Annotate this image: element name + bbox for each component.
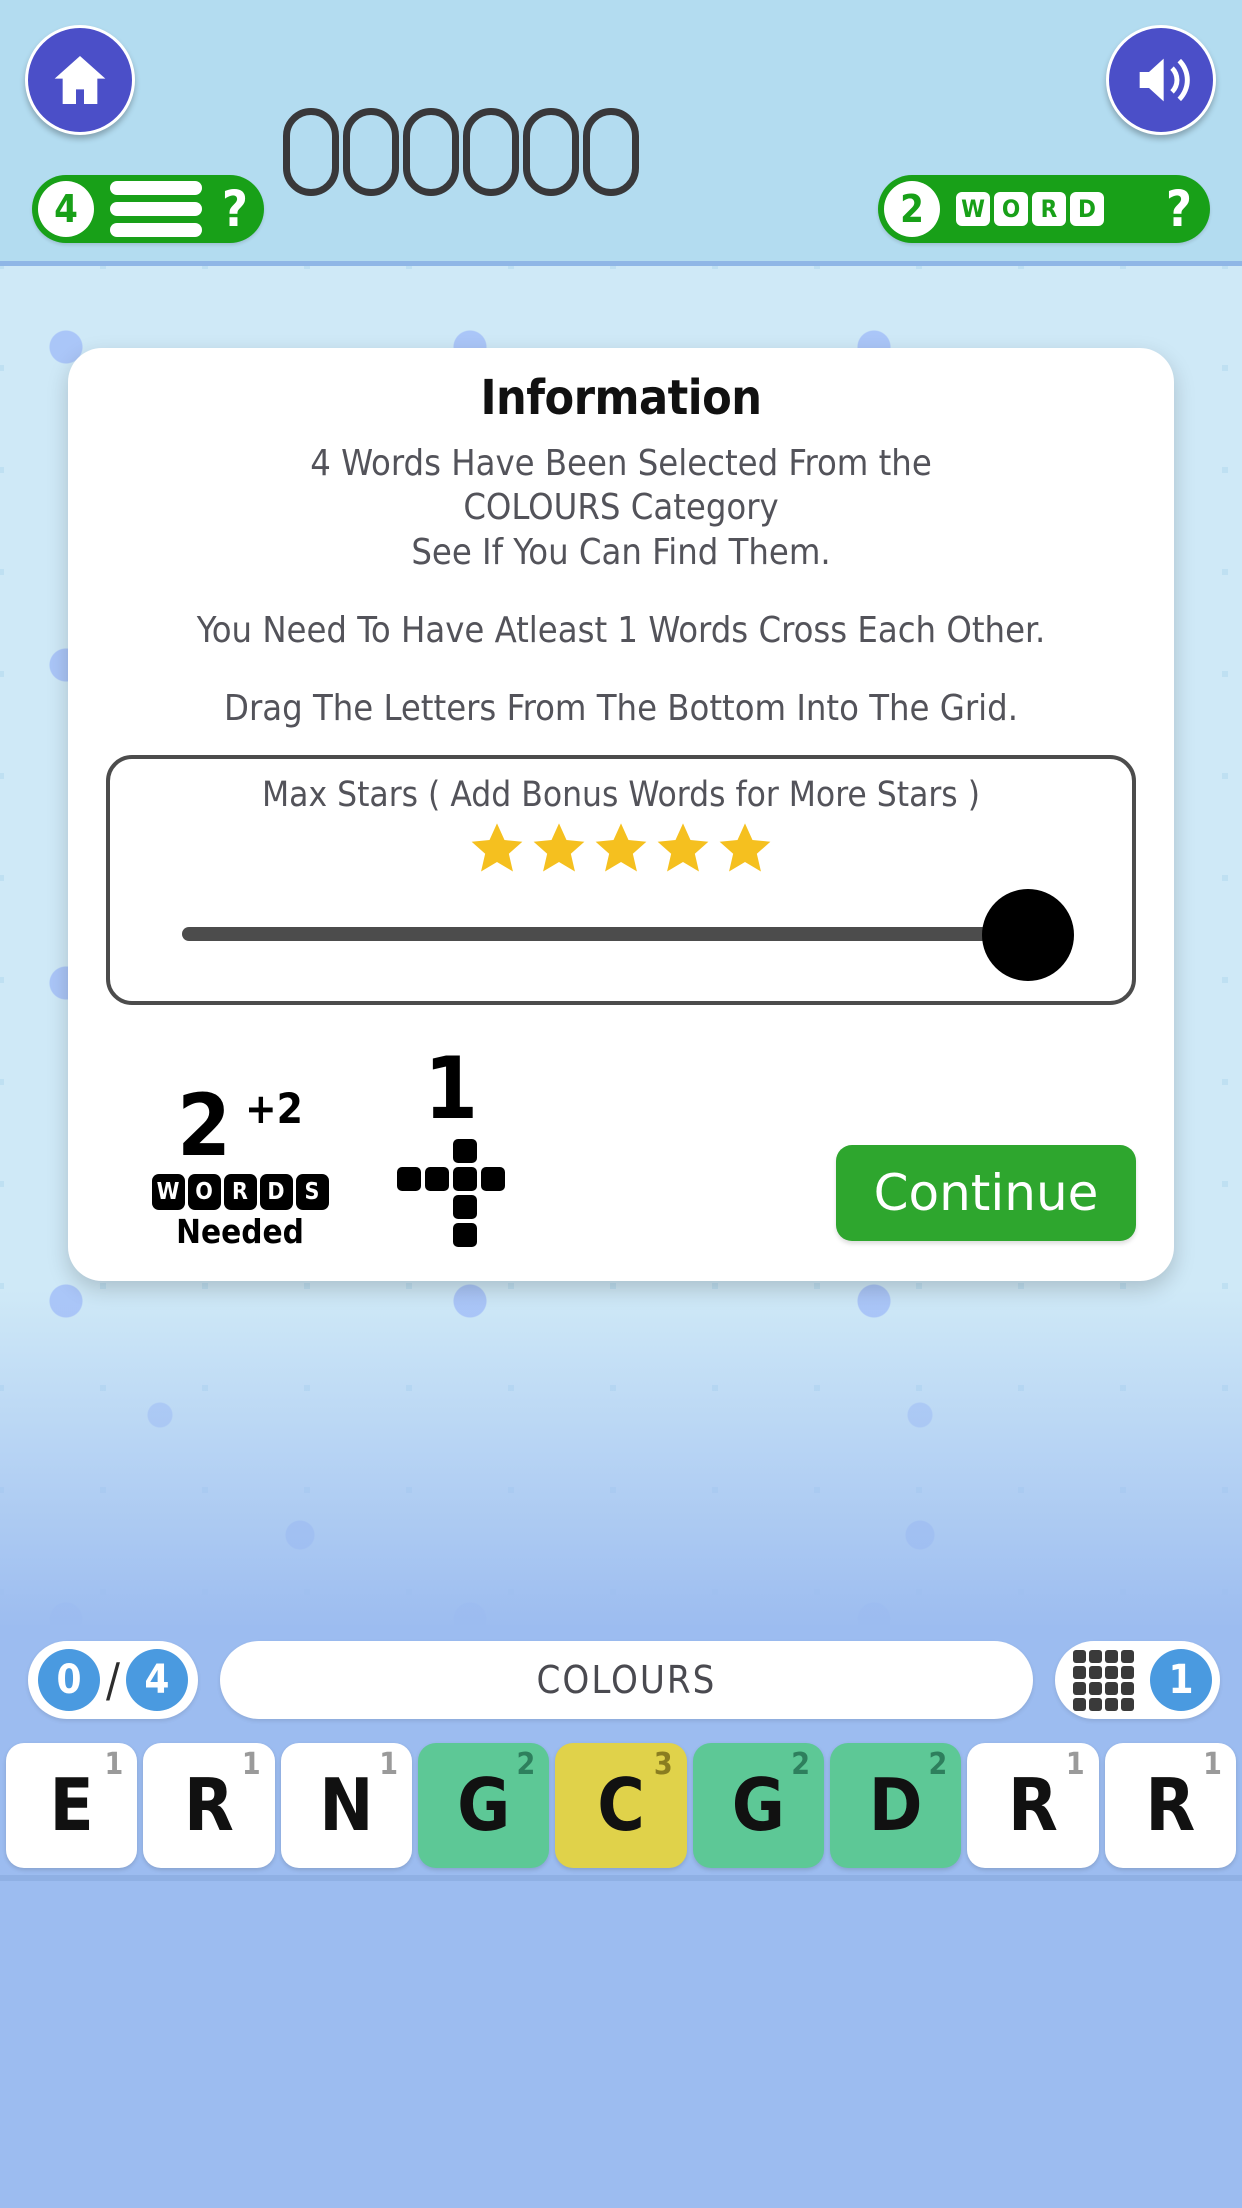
sound-icon xyxy=(1139,58,1190,102)
tile-letter: E xyxy=(49,1763,94,1847)
tile-letter: R xyxy=(184,1763,234,1847)
crosses-capsule: 1 xyxy=(1055,1641,1220,1719)
word-hint-count-badge: 2 xyxy=(884,181,940,237)
home-icon xyxy=(54,56,106,104)
hint-question-mark: ? xyxy=(221,180,248,238)
crosses-count: 1 xyxy=(1150,1649,1212,1711)
word-hint-question-mark: ? xyxy=(1165,180,1192,238)
word-slot xyxy=(583,108,639,196)
tile-score: 2 xyxy=(516,1746,536,1782)
dialog-stats-row: 2 +2 W O R D S Needed 1 Continue xyxy=(106,1039,1136,1252)
tile-letter: R xyxy=(1145,1763,1196,1847)
tray-bottom-edge xyxy=(0,1875,1242,1881)
max-stars-panel: Max Stars ( Add Bonus Words for More Sta… xyxy=(106,755,1136,1006)
letter-tile[interactable]: R 1 xyxy=(143,1742,275,1868)
word-letter-tile: R xyxy=(1032,192,1066,226)
tile-score: 1 xyxy=(241,1746,261,1782)
crossword-cross-icon xyxy=(397,1139,505,1248)
bonus-words-slider[interactable] xyxy=(182,889,1074,982)
word-label-tiles: W O R D xyxy=(956,192,1104,226)
continue-button[interactable]: Continue xyxy=(836,1145,1136,1242)
tile-letter: G xyxy=(731,1763,785,1847)
dialog-cross-rule-text: You Need To Have Atleast 1 Words Cross E… xyxy=(196,609,1046,651)
top-header-edge xyxy=(0,261,1242,266)
words-badge: W O R D S xyxy=(124,1174,356,1211)
category-capsule: COLOURS xyxy=(219,1641,1033,1719)
tile-letter: N xyxy=(319,1763,374,1847)
words-badge-letter: S xyxy=(295,1174,329,1211)
words-badge-letter: W xyxy=(151,1174,185,1211)
star-icon xyxy=(471,823,523,872)
letter-tile[interactable]: R 1 xyxy=(967,1742,1099,1868)
hint-count-badge: 4 xyxy=(38,181,94,237)
star-icon xyxy=(657,823,709,872)
letter-tile[interactable]: R 1 xyxy=(1104,1742,1236,1868)
hint-pill-button[interactable]: 4 ? xyxy=(32,175,264,243)
star-icon xyxy=(719,823,771,872)
words-badge-letter: O xyxy=(187,1174,221,1211)
tile-score: 2 xyxy=(791,1746,810,1782)
star-icon xyxy=(533,823,585,872)
word-letter-tile: O xyxy=(994,192,1028,226)
words-badge-letter: D xyxy=(259,1174,293,1211)
letter-tile[interactable]: G 2 xyxy=(692,1742,824,1868)
progress-separator: / xyxy=(106,1653,120,1707)
tile-score: 1 xyxy=(1065,1746,1085,1782)
hamburger-icon xyxy=(110,181,202,237)
word-progress-capsule: 0 / 4 xyxy=(28,1641,198,1719)
game-screen: 4 ? 2 W O R D ? Information 4 Words Have… xyxy=(0,0,1242,2208)
words-badge-letter: R xyxy=(223,1174,257,1211)
tile-score: 3 xyxy=(653,1746,673,1782)
words-total-count: 4 xyxy=(125,1649,188,1711)
word-slot xyxy=(403,108,459,196)
word-slot xyxy=(523,108,579,196)
slider-thumb[interactable] xyxy=(982,889,1074,982)
words-needed-numbers: 2 +2 xyxy=(124,1076,356,1177)
word-progress-slots xyxy=(283,108,639,196)
words-needed-stat: 2 +2 W O R D S Needed xyxy=(106,1076,356,1252)
dialog-intro-text: 4 Words Have Been Selected From the COLO… xyxy=(310,443,932,573)
letter-tile[interactable]: E 1 xyxy=(6,1742,138,1868)
tile-letter: C xyxy=(597,1763,645,1847)
word-hint-pill-button[interactable]: 2 W O R D ? xyxy=(878,175,1210,243)
slider-track[interactable] xyxy=(182,927,1060,942)
crosses-needed-stat: 1 xyxy=(356,1039,546,1251)
sound-button[interactable] xyxy=(1106,25,1216,135)
dialog-drag-rule-text: Drag The Letters From The Bottom Into Th… xyxy=(224,688,1018,730)
tile-letter: R xyxy=(1008,1763,1058,1847)
home-button[interactable] xyxy=(25,25,135,135)
tile-letter: D xyxy=(868,1763,923,1847)
puzzle-background-fade xyxy=(0,1290,1242,1630)
crossword-cross-icon xyxy=(1073,1649,1134,1711)
star-icon xyxy=(595,823,647,872)
word-slot xyxy=(343,108,399,196)
letter-tile[interactable]: G 2 xyxy=(417,1742,550,1868)
word-letter-tile: W xyxy=(956,192,990,226)
words-bonus-count: +2 xyxy=(244,1084,303,1134)
information-dialog: Information 4 Words Have Been Selected F… xyxy=(68,348,1174,1282)
word-slot xyxy=(283,108,339,196)
letter-tile[interactable]: C 3 xyxy=(555,1742,687,1868)
tile-score: 1 xyxy=(379,1746,398,1782)
max-stars-label: Max Stars ( Add Bonus Words for More Sta… xyxy=(261,775,980,816)
tile-score: 1 xyxy=(104,1746,124,1782)
words-needed-count: 2 xyxy=(177,1076,231,1177)
status-bar: 0 / 4 COLOURS 1 xyxy=(0,1625,1242,1735)
crosses-needed-count: 1 xyxy=(424,1039,478,1140)
letter-tray: E 1 R 1 N 1 G 2 C 3 G 2 D 2 R 1 R 1 xyxy=(0,1735,1242,1875)
word-slot xyxy=(463,108,519,196)
tile-score: 2 xyxy=(928,1746,948,1782)
words-found-count: 0 xyxy=(38,1649,100,1711)
tile-score: 1 xyxy=(1203,1746,1222,1782)
dialog-title: Information xyxy=(480,370,762,426)
tile-letter: G xyxy=(457,1763,511,1847)
needed-label: Needed xyxy=(176,1212,304,1252)
letter-tile[interactable]: D 2 xyxy=(829,1742,962,1868)
category-label: COLOURS xyxy=(536,1658,717,1702)
word-letter-tile: D xyxy=(1070,192,1104,226)
star-rating xyxy=(110,819,1132,877)
letter-tile[interactable]: N 1 xyxy=(280,1742,412,1868)
